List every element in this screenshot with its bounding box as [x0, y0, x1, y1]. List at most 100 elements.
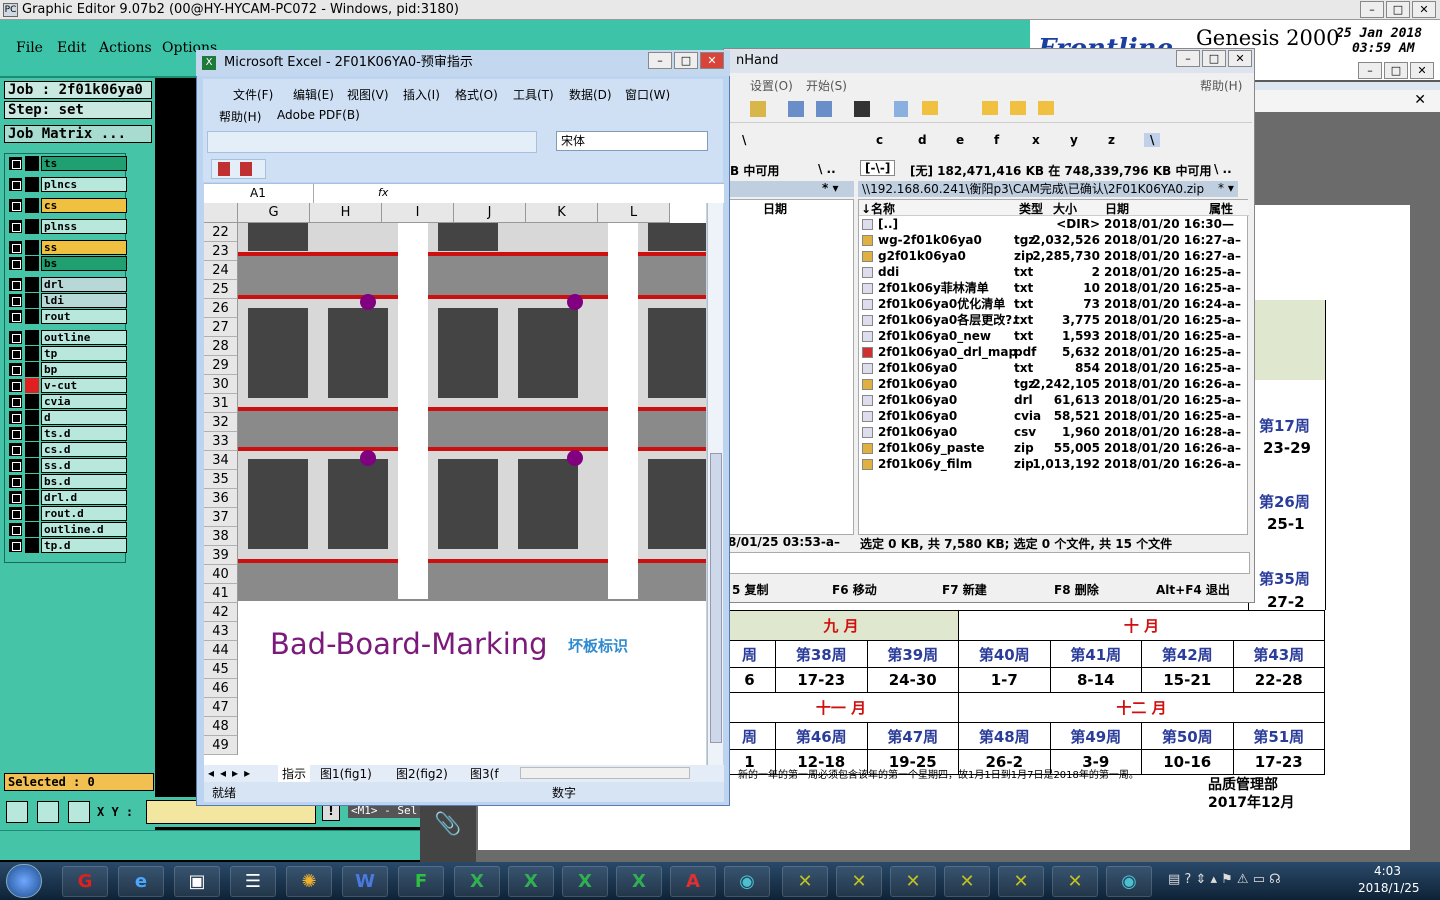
- row-header[interactable]: 46: [204, 679, 238, 698]
- layer-checkbox[interactable]: [9, 523, 22, 536]
- excel-menu-item[interactable]: 文件(F): [233, 86, 273, 103]
- close-icon[interactable]: ✕: [1414, 92, 1426, 108]
- row-header[interactable]: 26: [204, 299, 238, 318]
- doc-maximize-button[interactable]: □: [1384, 62, 1408, 79]
- layer-checkbox[interactable]: [9, 379, 22, 392]
- search-icon[interactable]: [854, 101, 870, 117]
- row-header[interactable]: 40: [204, 565, 238, 584]
- pdf-icon[interactable]: [218, 162, 230, 176]
- row-header[interactable]: 32: [204, 413, 238, 432]
- layer-checkbox[interactable]: [9, 241, 22, 254]
- job-matrix-button[interactable]: Job Matrix ...: [4, 125, 152, 143]
- layer-item[interactable]: drl.d: [7, 490, 127, 505]
- fx-icon[interactable]: fx: [378, 186, 388, 199]
- taskbar-pdf-icon[interactable]: A: [670, 866, 716, 897]
- layer-color-swatch[interactable]: [25, 293, 39, 308]
- close-button[interactable]: ✕: [1412, 1, 1436, 18]
- file-row[interactable]: 2f01k06y_paste zip 55,005 2018/01/20 16:26-…: [858, 440, 1248, 456]
- col-size[interactable]: 大小: [1053, 200, 1077, 217]
- start-button[interactable]: [6, 864, 42, 898]
- vertical-scrollbar[interactable]: [707, 203, 723, 765]
- pdf-icon[interactable]: [240, 162, 252, 176]
- taskbar-app-icon[interactable]: ✕: [782, 866, 828, 897]
- horizontal-scrollbar[interactable]: [520, 767, 690, 779]
- layer-color-swatch[interactable]: [25, 362, 39, 377]
- excel-menu-item[interactable]: 帮助(H): [219, 108, 261, 125]
- row-header[interactable]: 31: [204, 394, 238, 413]
- layer-color-swatch[interactable]: [25, 490, 39, 505]
- file-row[interactable]: 2f01k06ya0优化清单 txt 73 2018/01/20 16:24-a–: [858, 296, 1248, 312]
- tc-minimize-button[interactable]: –: [1176, 50, 1200, 67]
- col-date[interactable]: 日期: [1105, 200, 1129, 217]
- layer-color-swatch[interactable]: [25, 346, 39, 361]
- layer-item[interactable]: plnss: [7, 219, 127, 234]
- layer-checkbox[interactable]: [9, 411, 22, 424]
- layer-item[interactable]: ts: [7, 156, 127, 171]
- maximize-button[interactable]: □: [1386, 1, 1410, 18]
- row-header[interactable]: 44: [204, 641, 238, 660]
- taskbar-excel-icon[interactable]: X: [454, 866, 500, 897]
- row-header[interactable]: 35: [204, 470, 238, 489]
- column-header[interactable]: I: [382, 203, 454, 223]
- layer-color-swatch[interactable]: [25, 426, 39, 441]
- layer-item[interactable]: bp: [7, 362, 127, 377]
- f5-copy-button[interactable]: 5 复制: [732, 581, 769, 598]
- folder-icon[interactable]: [982, 101, 998, 115]
- row-header[interactable]: 24: [204, 261, 238, 280]
- layer-item[interactable]: outline: [7, 330, 127, 345]
- column-header[interactable]: J: [454, 203, 526, 223]
- paperclip-icon[interactable]: 📎: [434, 812, 461, 837]
- minimize-button[interactable]: –: [1360, 1, 1384, 18]
- taskbar-excel-icon[interactable]: X: [616, 866, 662, 897]
- layer-item[interactable]: tp.d: [7, 538, 127, 553]
- tc-close-button[interactable]: ✕: [1228, 50, 1252, 67]
- layer-item[interactable]: rout.d: [7, 506, 127, 521]
- layer-color-swatch[interactable]: [25, 394, 39, 409]
- file-row[interactable]: 2f01k06ya0各层更改?. txt 3,775 2018/01/20 16:25…: [858, 312, 1248, 328]
- tc-maximize-button[interactable]: □: [1202, 50, 1226, 67]
- layer-checkbox[interactable]: [9, 157, 22, 170]
- column-header[interactable]: L: [598, 203, 670, 223]
- tab-instructions[interactable]: 指示: [278, 765, 311, 782]
- layer-color-swatch[interactable]: [25, 442, 39, 457]
- row-header[interactable]: 47: [204, 698, 238, 717]
- file-row[interactable]: g2f01k06ya0 zip 2,285,730 2018/01/20 16:27-…: [858, 248, 1248, 264]
- layer-checkbox[interactable]: [9, 331, 22, 344]
- left-file-panel[interactable]: 日期: [726, 199, 854, 535]
- excel-menu-item[interactable]: 插入(I): [403, 86, 440, 103]
- row-header[interactable]: 34: [204, 451, 238, 470]
- layer-color-swatch[interactable]: [25, 458, 39, 473]
- layer-color-swatch[interactable]: [25, 538, 39, 553]
- layer-checkbox[interactable]: [9, 491, 22, 504]
- layer-checkbox[interactable]: [9, 310, 22, 323]
- file-row[interactable]: 2f01k06y菲林清单 txt 10 2018/01/20 16:25-a–: [858, 280, 1248, 296]
- grid-icon[interactable]: [68, 801, 90, 823]
- f8-delete-button[interactable]: F8 删除: [1054, 581, 1099, 598]
- file-row[interactable]: 2f01k06ya0 csv 1,960 2018/01/20 16:28-a–: [858, 424, 1248, 440]
- right-path[interactable]: \\192.168.60.241\衡阳p3\CAM完成\已确认\2F01K06Y…: [858, 181, 1238, 197]
- layer-color-swatch[interactable]: [25, 198, 39, 213]
- tc-menu-start[interactable]: 开始(S): [806, 77, 847, 94]
- layer-checkbox[interactable]: [9, 347, 22, 360]
- taskbar-app-icon[interactable]: ✕: [944, 866, 990, 897]
- excel-menu-item[interactable]: 编辑(E): [293, 86, 334, 103]
- tc-menu-help[interactable]: 帮助(H): [1200, 77, 1242, 94]
- exit-button[interactable]: Alt+F4 退出: [1156, 581, 1230, 598]
- layer-checkbox[interactable]: [9, 395, 22, 408]
- layer-color-swatch[interactable]: [25, 156, 39, 171]
- taskbar-save-icon[interactable]: ▣: [174, 866, 220, 897]
- taskbar-shell-icon[interactable]: ✺: [286, 866, 332, 897]
- taskbar-app-icon[interactable]: ✕: [890, 866, 936, 897]
- clock-time[interactable]: 4:03: [1374, 864, 1401, 878]
- row-header[interactable]: 25: [204, 280, 238, 299]
- file-row[interactable]: 2f01k06ya0 tgz 2,242,105 2018/01/20 16:26-a…: [858, 376, 1248, 392]
- file-row[interactable]: 2f01k06ya0 drl 61,613 2018/01/20 16:25-a–: [858, 392, 1248, 408]
- pack-icon[interactable]: [750, 101, 766, 117]
- excel-menu-item[interactable]: 格式(O): [455, 86, 498, 103]
- layer-color-swatch[interactable]: [25, 240, 39, 255]
- drive-d[interactable]: d: [918, 133, 927, 147]
- layer-item[interactable]: d: [7, 410, 127, 425]
- row-header[interactable]: 22: [204, 223, 238, 242]
- layer-checkbox[interactable]: [9, 427, 22, 440]
- menu-actions[interactable]: Actions: [99, 40, 152, 56]
